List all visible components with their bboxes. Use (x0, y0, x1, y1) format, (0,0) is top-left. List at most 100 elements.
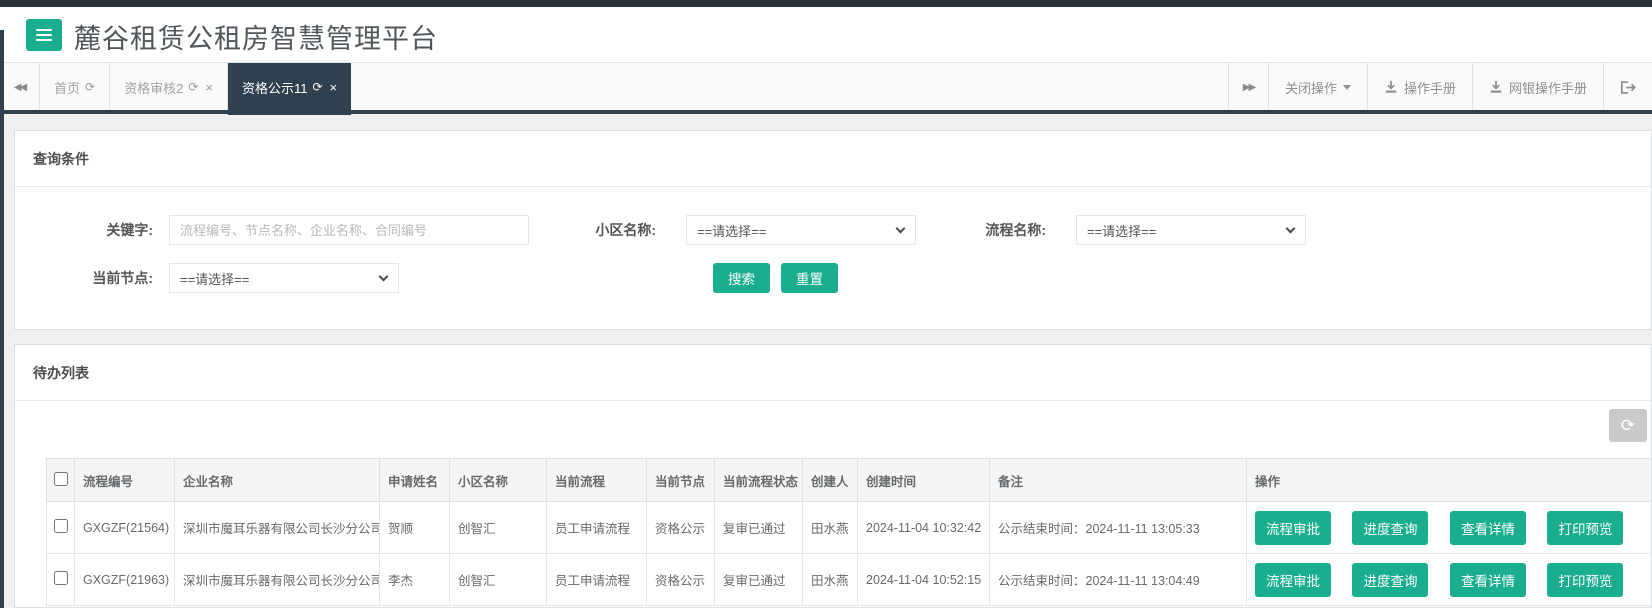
row-checkbox[interactable] (53, 571, 68, 585)
col-actions: 操作 (1246, 458, 1651, 502)
query-conditions-panel: 查询条件 关键字: 小区名称: ==请选择== 流程名称: ==请选择== 当前… (14, 130, 1652, 330)
flow-name-label: 流程名称: (985, 222, 1046, 238)
tab-label: 资格公示11 (241, 80, 308, 96)
tab-bar: ◀◀ 首页 ⟳ 资格审核2 ⟳ × 资格公示11 ⟳ × ▶▶ 关闭操作 操作手… (0, 62, 1652, 115)
hamburger-menu-button[interactable] (26, 19, 62, 51)
todo-table: 流程编号 企业名称 申请姓名 小区名称 当前流程 当前节点 当前流程状态 创建人… (46, 458, 1651, 606)
hamburger-icon (36, 29, 52, 31)
col-applicant: 申请姓名 (379, 458, 450, 502)
cell-applicant: 李杰 (379, 553, 450, 606)
todo-list-panel: 待办列表 ⟳ 流程编号 企业名称 申请姓名 小区名称 当前流程 当前节点 当前流… (14, 344, 1652, 608)
col-created-at: 创建时间 (857, 458, 990, 502)
current-node-select[interactable]: ==请选择== (169, 263, 399, 293)
chevron-down-icon (378, 271, 389, 282)
tab-label: 首页 (54, 80, 81, 96)
divider (15, 400, 1651, 401)
cell-current-node: 资格公示 (646, 501, 715, 554)
cell-community: 创智汇 (449, 553, 547, 606)
main-content: 查询条件 关键字: 小区名称: ==请选择== 流程名称: ==请选择== 当前… (0, 114, 1652, 608)
cell-process-code: GXGZF(21564) (74, 501, 175, 554)
logout-button[interactable] (1603, 63, 1652, 111)
cell-remark: 公示结束时间：2024-11-11 13:05:33 (989, 501, 1247, 554)
double-right-arrow-icon: ▶▶ (1242, 81, 1256, 93)
select-value: ==请选择== (180, 271, 250, 287)
cell-process-code: GXGZF(21963) (74, 553, 175, 606)
ebank-operation-manual-link[interactable]: 网银操作手册 (1471, 63, 1603, 111)
refresh-icon: ⟳ (1620, 415, 1636, 436)
col-community: 小区名称 (449, 458, 547, 502)
keyword-label: 关键字: (106, 222, 153, 238)
chevron-down-icon (895, 223, 906, 234)
scroll-tabs-right-button[interactable]: ▶▶ (1227, 63, 1268, 111)
table-refresh-button[interactable]: ⟳ (1609, 409, 1647, 442)
flow-name-select[interactable]: ==请选择== (1076, 215, 1306, 245)
community-label: 小区名称: (595, 222, 656, 238)
col-remark: 备注 (989, 458, 1247, 502)
cell-creator: 田水燕 (802, 553, 858, 606)
select-all-checkbox[interactable] (53, 471, 68, 486)
tab-label: 资格审核2 (124, 80, 184, 96)
flow-approve-button[interactable]: 流程审批 (1255, 562, 1331, 597)
col-process-code: 流程编号 (74, 458, 175, 502)
select-value: ==请选择== (1087, 223, 1157, 239)
search-button[interactable]: 搜索 (713, 263, 770, 293)
cell-creator: 田水燕 (802, 501, 858, 554)
download-icon (1490, 80, 1502, 93)
cell-company: 深圳市魔耳乐器有限公司长沙分公司 (174, 553, 380, 606)
cell-created-at: 2024-11-04 10:32:42 (857, 501, 990, 554)
tab-refresh-icon[interactable]: ⟳ (312, 80, 322, 94)
app-header: 麓谷租赁公租房智慧管理平台 (0, 7, 1652, 62)
table-row: GXGZF(21963) 深圳市魔耳乐器有限公司长沙分公司 李杰 创智汇 员工申… (46, 553, 1651, 606)
community-select[interactable]: ==请选择== (686, 215, 916, 245)
cell-created-at: 2024-11-04 10:52:15 (857, 553, 990, 606)
select-value: ==请选择== (697, 223, 767, 239)
print-preview-button[interactable]: 打印预览 (1547, 562, 1624, 597)
sidebar-edge (0, 30, 4, 608)
col-creator: 创建人 (802, 458, 858, 502)
col-current-node: 当前节点 (646, 458, 715, 502)
flow-approve-button[interactable]: 流程审批 (1255, 510, 1331, 545)
view-details-button[interactable]: 查看详情 (1449, 510, 1526, 545)
view-details-button[interactable]: 查看详情 (1449, 562, 1526, 597)
close-operations-dropdown[interactable]: 关闭操作 (1267, 63, 1367, 111)
row-checkbox[interactable] (53, 519, 68, 533)
tab-refresh-icon[interactable]: ⟳ (85, 80, 95, 94)
cell-current-flow: 员工申请流程 (546, 553, 647, 606)
app-title: 麓谷租赁公租房智慧管理平台 (74, 24, 438, 54)
chevron-down-icon (1285, 223, 1296, 234)
keyword-input[interactable] (169, 215, 529, 245)
top-strip (0, 0, 1652, 7)
double-left-arrow-icon: ◀◀ (13, 81, 27, 93)
tab-qualification-publicity[interactable]: 资格公示11 ⟳ × (227, 63, 352, 115)
tab-qualification-review[interactable]: 资格审核2 ⟳ × (110, 63, 228, 111)
operation-manual-link[interactable]: 操作手册 (1366, 63, 1472, 111)
current-node-label: 当前节点: (92, 270, 153, 286)
cell-flow-status: 复审已通过 (714, 553, 803, 606)
cell-current-node: 资格公示 (646, 553, 715, 606)
col-flow-status: 当前流程状态 (714, 458, 803, 502)
col-current-flow: 当前流程 (546, 458, 647, 502)
tab-home[interactable]: 首页 ⟳ (40, 63, 111, 111)
col-company: 企业名称 (174, 458, 380, 502)
divider (15, 186, 1651, 187)
caret-down-icon (1342, 84, 1351, 90)
cell-company: 深圳市魔耳乐器有限公司长沙分公司 (174, 501, 380, 554)
scroll-tabs-left-button[interactable]: ◀◀ (0, 63, 40, 111)
cell-community: 创智汇 (449, 501, 547, 554)
todo-panel-title: 待办列表 (33, 365, 89, 381)
cell-current-flow: 员工申请流程 (546, 501, 647, 554)
cell-applicant: 贺顺 (379, 501, 450, 554)
print-preview-button[interactable]: 打印预览 (1547, 510, 1624, 545)
progress-query-button[interactable]: 进度查询 (1352, 510, 1429, 545)
progress-query-button[interactable]: 进度查询 (1352, 562, 1429, 597)
tab-close-icon[interactable]: × (330, 80, 338, 95)
reset-button[interactable]: 重置 (781, 263, 838, 293)
tab-refresh-icon[interactable]: ⟳ (188, 80, 198, 94)
download-icon (1385, 80, 1397, 93)
table-row: GXGZF(21564) 深圳市魔耳乐器有限公司长沙分公司 贺顺 创智汇 员工申… (46, 501, 1651, 554)
query-panel-title: 查询条件 (33, 151, 89, 167)
cell-remark: 公示结束时间：2024-11-11 13:04:49 (989, 553, 1247, 606)
tab-close-icon[interactable]: × (205, 80, 213, 95)
table-header-row: 流程编号 企业名称 申请姓名 小区名称 当前流程 当前节点 当前流程状态 创建人… (46, 458, 1651, 502)
sign-out-icon (1620, 80, 1636, 94)
